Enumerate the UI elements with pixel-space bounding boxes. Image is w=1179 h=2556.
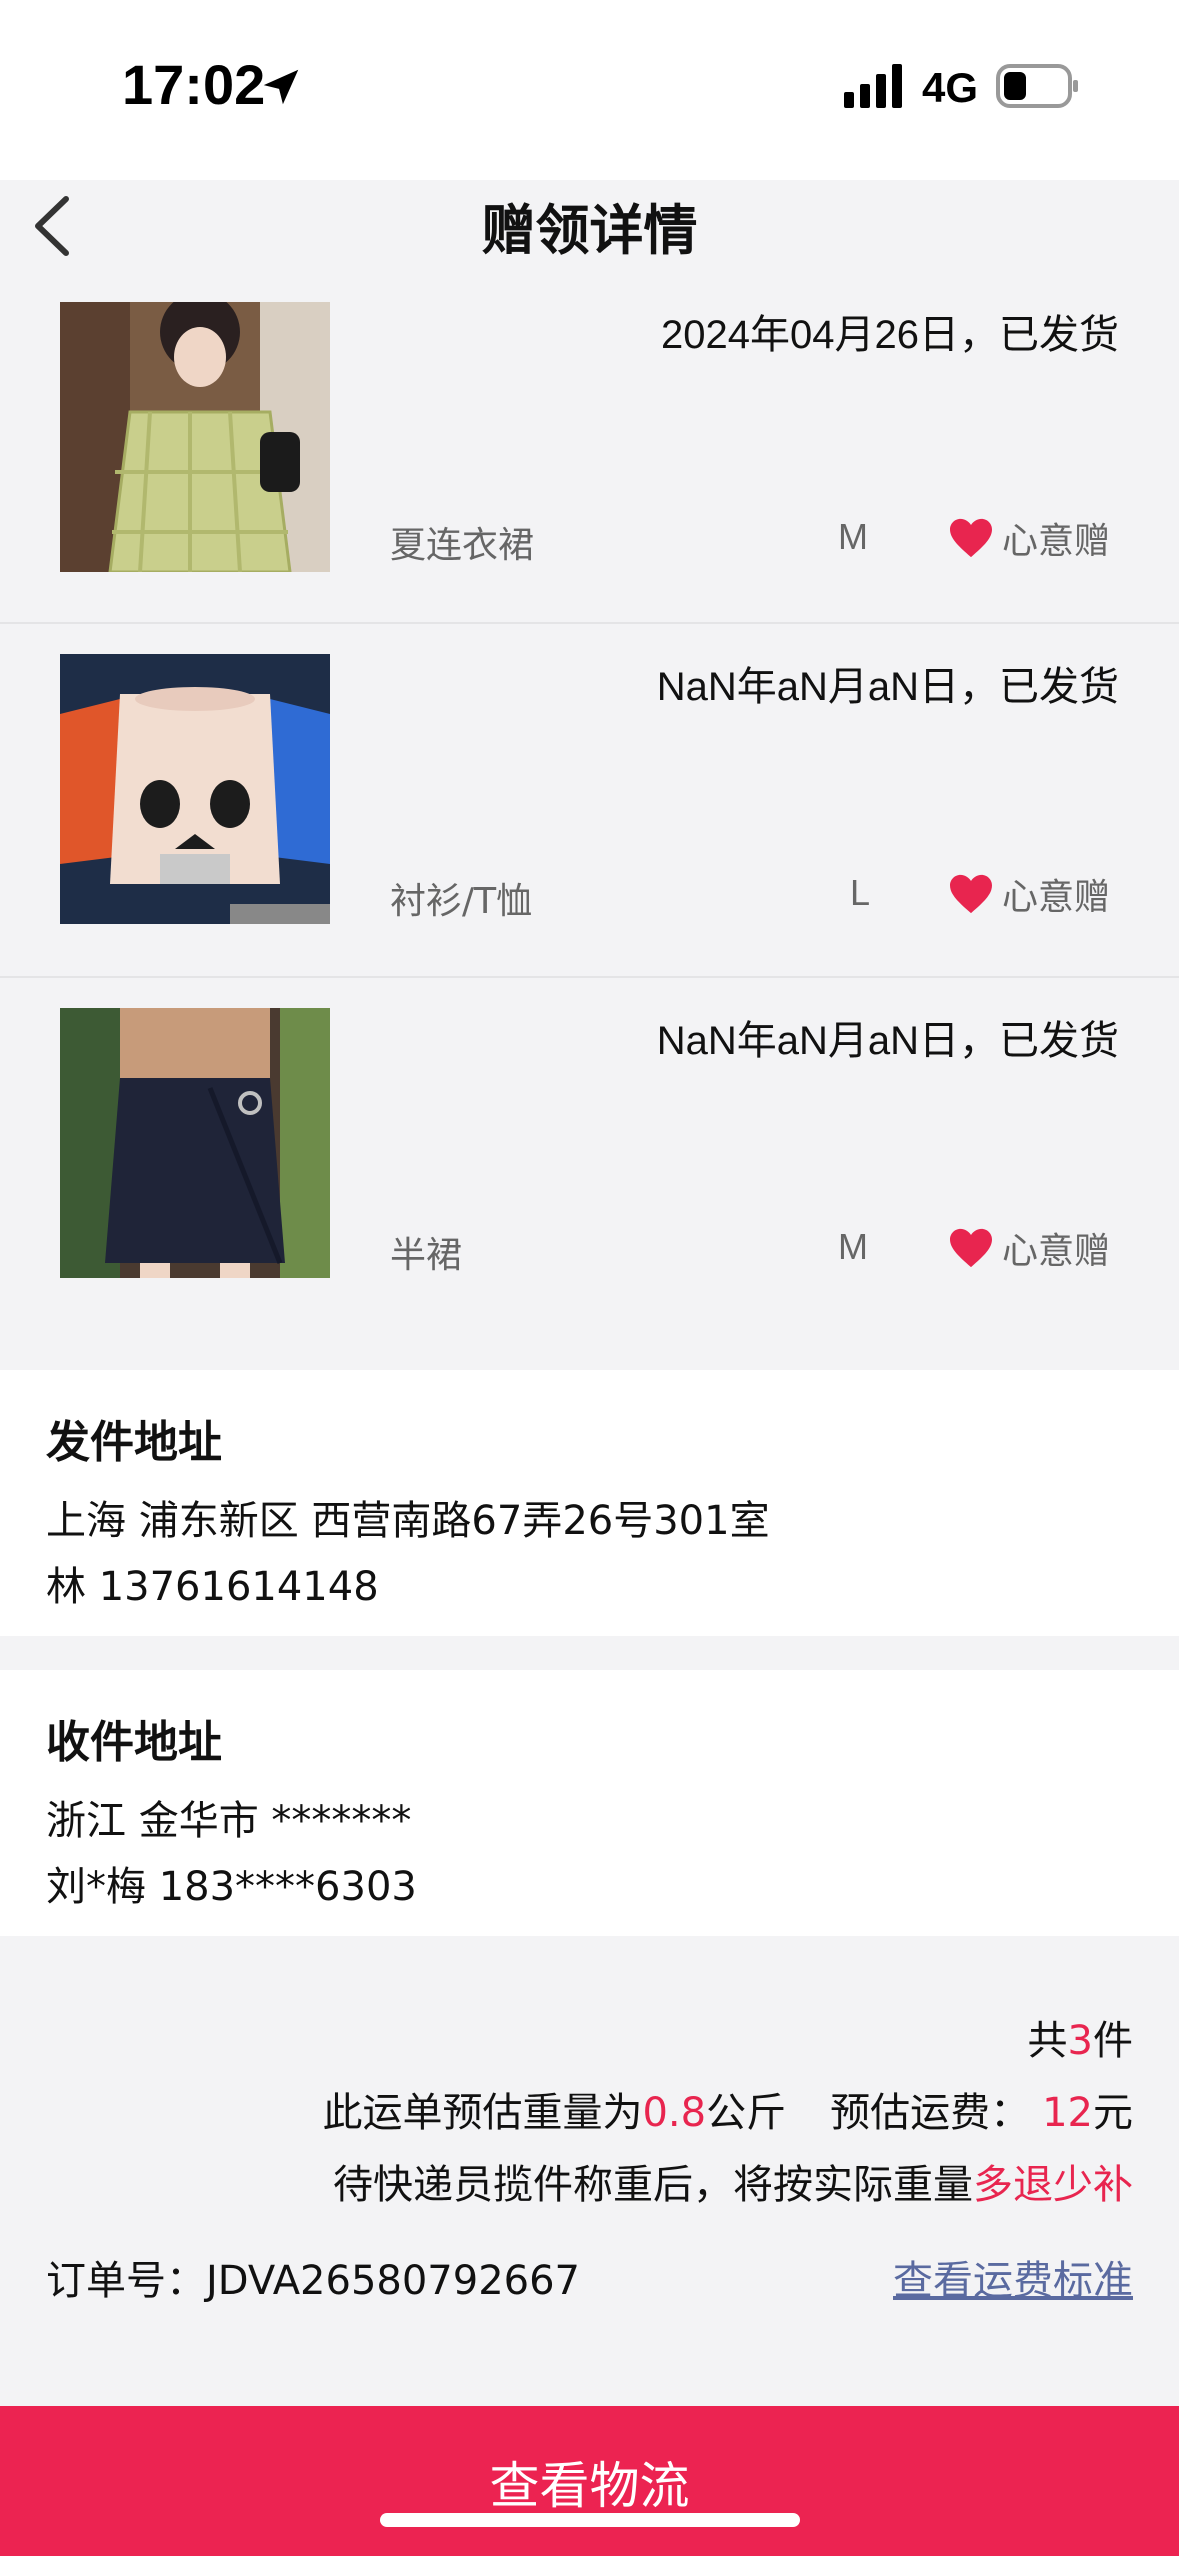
item-date: NaN年aN月aN日，已发货 <box>656 665 1119 709</box>
count-value: 3 <box>1067 2018 1093 2064</box>
note-prefix: 待快递员揽件称重后，将按实际重量 <box>333 2162 973 2208</box>
item-size: M <box>838 1226 868 1267</box>
receiver-contact: 刘*梅 183****6303 <box>46 1864 417 1910</box>
plaid-dress-photo-icon <box>60 302 330 572</box>
heart-icon <box>950 874 992 914</box>
item-count: 共3件 <box>46 2005 1133 2077</box>
weight-unit: 公斤 <box>706 2090 787 2136</box>
item-name: 夏连衣裙 <box>390 525 535 566</box>
note-accent: 多退少补 <box>973 2162 1133 2208</box>
receiver-address: 浙江 金华市 ******* <box>46 1798 412 1844</box>
view-logistics-button[interactable]: 查看物流 <box>0 2406 1179 2556</box>
page-title: 赠领详情 <box>481 199 698 262</box>
sender-title: 发件地址 <box>46 1417 222 1468</box>
shipment-summary: 共3件 此运单预估重量为0.8公斤 预估运费： 12元 待快递员揽件称重后，将按实际… <box>46 2005 1133 2221</box>
network-label: 4G <box>922 64 979 111</box>
signal-icon <box>844 64 902 108</box>
item-list: 2024年04月26日，已发货 夏连衣裙 M 心意赠 NaN年aN月aN日，已发… <box>0 294 1179 1332</box>
item-size: L <box>850 872 871 913</box>
sender-address: 上海 浦东新区 西营南路67弄26号301室 <box>46 1498 770 1544</box>
list-item[interactable]: NaN年aN月aN日，已发货 半裙 M 心意赠 <box>0 978 1179 1332</box>
item-size: M <box>838 516 868 557</box>
fee-label: 预估运费： <box>830 2090 1031 2136</box>
panda-shirt-photo-icon <box>60 654 330 924</box>
item-date: NaN年aN月aN日，已发货 <box>656 1019 1119 1063</box>
item-name: 半裙 <box>390 1235 463 1276</box>
location-arrow-icon <box>263 69 299 105</box>
item-tag: 心意赠 <box>948 1222 1110 1274</box>
item-tag-label: 心意赠 <box>1002 877 1111 918</box>
list-item[interactable]: 2024年04月26日，已发货 夏连衣裙 M 心意赠 <box>0 294 1179 624</box>
count-prefix: 共 <box>1027 2018 1068 2064</box>
receiver-title: 收件地址 <box>46 1717 222 1768</box>
weight-fee-line: 此运单预估重量为0.8公斤 预估运费： 12元 <box>46 2077 1133 2149</box>
sender-contact: 林 13761614148 <box>46 1564 379 1610</box>
item-tag: 心意赠 <box>948 512 1110 564</box>
sender-address-card: 发件地址 上海 浦东新区 西营南路67弄26号301室 林 1376161414… <box>0 1370 1179 1636</box>
home-indicator <box>380 2513 800 2527</box>
heart-icon <box>950 518 992 558</box>
item-tag-label: 心意赠 <box>1002 1231 1111 1272</box>
weight-note: 待快递员揽件称重后，将按实际重量多退少补 <box>46 2149 1133 2221</box>
receiver-address-card: 收件地址 浙江 金华市 ******* 刘*梅 183****6303 <box>0 1670 1179 1936</box>
fee-unit: 元 <box>1093 2090 1133 2136</box>
item-date: 2024年04月26日，已发货 <box>661 313 1119 357</box>
battery-icon <box>996 64 1078 108</box>
order-number: 订单号：JDVA26580792667 <box>46 2258 581 2304</box>
weight-prefix: 此运单预估重量为 <box>322 2090 643 2136</box>
item-name: 衬衫/T恤 <box>390 881 533 922</box>
navy-skirt-photo-icon <box>60 1008 330 1278</box>
heart-icon <box>950 1228 992 1268</box>
fee-value: 12 <box>1042 2090 1093 2136</box>
status-bar: 17:02 4G <box>0 0 1179 180</box>
list-item[interactable]: NaN年aN月aN日，已发货 衬衫/T恤 L 心意赠 <box>0 624 1179 978</box>
item-tag: 心意赠 <box>948 868 1110 920</box>
count-suffix: 件 <box>1093 2018 1133 2064</box>
order-row: 订单号：JDVA26580792667 查看运费标准 <box>46 2248 1133 2306</box>
fee-standard-link[interactable]: 查看运费标准 <box>893 2248 1133 2306</box>
weight-value: 0.8 <box>642 2090 707 2136</box>
status-time: 17:02 <box>122 53 266 116</box>
item-tag-label: 心意赠 <box>1002 521 1111 562</box>
